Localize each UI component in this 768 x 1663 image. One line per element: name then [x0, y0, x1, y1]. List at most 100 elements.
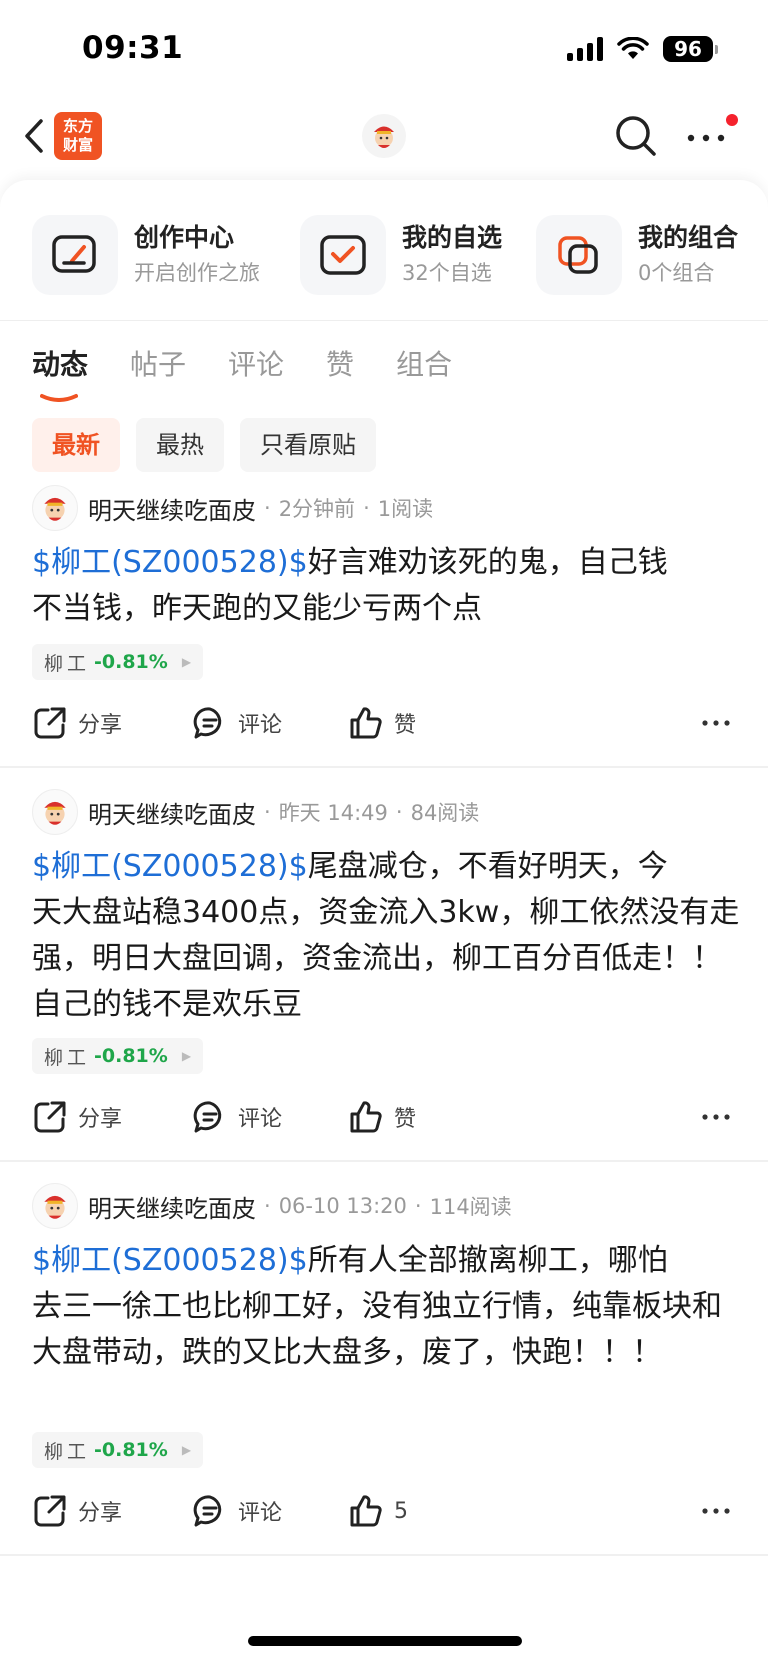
status-icons: 96 — [567, 36, 718, 62]
battery-icon: 96 — [663, 36, 718, 62]
comment-icon — [193, 1101, 222, 1133]
comment-button[interactable]: 评论 — [192, 1092, 282, 1142]
post-actions: 分享 评论 5 — [32, 1486, 736, 1536]
post-text: 去三一徐工也比柳工好，没有独立行情，纯靠板块和大盘带动，跌的又比大盘多，废了，快… — [32, 1289, 722, 1370]
filter-bar: 最新 最热 只看原贴 — [32, 418, 376, 472]
stock-tag-change: -0.81% — [94, 651, 168, 673]
home-indicator[interactable] — [248, 1636, 522, 1646]
post-item[interactable]: 明天继续吃面皮 · 昨天 14:49 · 84阅读 $柳工(SZ000528)$… — [0, 788, 768, 1168]
post-item[interactable]: 明天继续吃面皮 · 06-10 13:20 · 114阅读 $柳工(SZ0005… — [0, 1182, 768, 1562]
comment-button[interactable]: 评论 — [192, 698, 282, 748]
battery-level: 96 — [663, 36, 713, 62]
stock-tag-name: 柳工 — [44, 652, 91, 675]
chevron-right-icon: ▶ — [181, 1443, 192, 1457]
thumbs-up-icon — [350, 707, 382, 739]
user-avatar[interactable] — [362, 114, 406, 158]
stock-tag-name: 柳工 — [44, 1046, 91, 1069]
like-button[interactable]: 5 — [348, 1486, 408, 1536]
meta-dot: · — [363, 496, 370, 520]
like-label: 赞 — [394, 713, 417, 738]
post-actions: 分享 评论 赞 — [32, 698, 736, 748]
author-name[interactable]: 明天继续吃面皮 — [88, 1189, 256, 1224]
author-avatar[interactable] — [32, 485, 78, 531]
post-more-button[interactable] — [696, 1486, 736, 1536]
search-icon — [616, 116, 656, 156]
back-button[interactable] — [14, 114, 54, 158]
chevron-right-icon: ▶ — [181, 1049, 192, 1063]
post-text: 尾盘减仓，不看好明天，今 — [307, 849, 668, 884]
mascot-avatar-icon — [44, 801, 66, 825]
author-avatar[interactable] — [32, 1183, 78, 1229]
status-time: 09:31 — [82, 30, 184, 66]
search-button[interactable] — [610, 110, 662, 162]
author-name[interactable]: 明天继续吃面皮 — [88, 491, 256, 526]
post-more-button[interactable] — [696, 698, 736, 748]
post-text: 不当钱，昨天跑的又能少亏两个点 — [32, 591, 482, 626]
more-button[interactable] — [680, 118, 732, 158]
filter-hottest[interactable]: 最热 — [136, 418, 224, 472]
wifi-icon — [617, 37, 649, 59]
post-content[interactable]: $柳工(SZ000528)$好言难劝该死的鬼，自己钱 不当钱，昨天跑的又能少亏两个… — [32, 540, 742, 632]
stock-tag-change: -0.81% — [94, 1045, 168, 1067]
post-more-button[interactable] — [696, 1092, 736, 1142]
tab-likes[interactable]: 赞 — [326, 342, 354, 388]
entry-creation-center[interactable]: 创作中心 开启创作之旅 — [32, 212, 260, 298]
like-button[interactable]: 赞 — [348, 1092, 416, 1142]
entry-my-watchlist[interactable]: 我的自选 32个自选 — [300, 212, 502, 298]
post-header: 明天继续吃面皮 · 2分钟前 · 1阅读 — [32, 484, 433, 532]
comment-button[interactable]: 评论 — [192, 1486, 282, 1536]
notification-dot — [726, 114, 738, 126]
stock-link[interactable]: $柳工(SZ000528)$ — [32, 545, 308, 580]
entry-my-portfolio[interactable]: 我的组合 0个组合 — [536, 212, 738, 298]
like-label: 赞 — [394, 1107, 417, 1132]
status-bar: 09:31 96 — [0, 0, 768, 100]
thumbs-up-icon — [350, 1495, 382, 1527]
tab-posts[interactable]: 帖子 — [130, 342, 186, 388]
like-count: 5 — [394, 1498, 408, 1524]
stock-link[interactable]: $柳工(SZ000528)$ — [32, 849, 308, 884]
author-name[interactable]: 明天继续吃面皮 — [88, 795, 256, 830]
share-button[interactable]: 分享 — [32, 698, 122, 748]
quick-entries: 创作中心 开启创作之旅 我的自选 32个自选 我的组合 0个组合 — [0, 212, 768, 302]
post-time: 2分钟前 — [278, 497, 356, 521]
tab-activity[interactable]: 动态 — [32, 342, 88, 388]
post-separator — [0, 1160, 768, 1162]
share-label: 分享 — [78, 713, 123, 738]
post-separator — [0, 1554, 768, 1556]
post-time: 昨天 14:49 — [278, 801, 388, 825]
more-dots-icon — [702, 1114, 730, 1120]
post-content[interactable]: $柳工(SZ000528)$尾盘减仓，不看好明天，今 天大盘站稳3400点，资金流… — [32, 844, 742, 1028]
like-button[interactable]: 赞 — [348, 698, 416, 748]
meta-dot: · — [264, 1194, 271, 1218]
entry-subtitle: 开启创作之旅 — [134, 261, 260, 285]
share-label: 分享 — [78, 1107, 123, 1132]
read-count: 1阅读 — [377, 497, 434, 521]
share-button[interactable]: 分享 — [32, 1486, 122, 1536]
stock-tag-change: -0.81% — [94, 1439, 168, 1461]
app-logo[interactable]: 东方 财富 — [54, 112, 102, 160]
post-content[interactable]: $柳工(SZ000528)$所有人全部撤离柳工，哪怕 去三一徐工也比柳工好，没有独… — [32, 1238, 742, 1376]
read-count: 84阅读 — [410, 801, 480, 825]
post-separator — [0, 766, 768, 768]
comment-label: 评论 — [238, 1107, 283, 1132]
share-icon — [34, 707, 66, 739]
entry-title: 我的自选 — [402, 223, 503, 252]
tab-portfolio[interactable]: 组合 — [396, 342, 452, 388]
share-icon — [34, 1101, 66, 1133]
filter-latest[interactable]: 最新 — [32, 418, 120, 472]
stock-tag[interactable]: 柳工 -0.81% ▶ — [32, 1432, 204, 1468]
post-item[interactable]: 明天继续吃面皮 · 2分钟前 · 1阅读 $柳工(SZ000528)$好言难劝该… — [0, 484, 768, 774]
entry-title: 创作中心 — [134, 223, 235, 252]
stock-tag[interactable]: 柳工 -0.81% ▶ — [32, 1038, 204, 1074]
post-time: 06-10 13:20 — [278, 1194, 407, 1218]
post-header: 明天继续吃面皮 · 昨天 14:49 · 84阅读 — [32, 788, 479, 836]
stock-tag[interactable]: 柳工 -0.81% ▶ — [32, 644, 204, 680]
share-button[interactable]: 分享 — [32, 1092, 122, 1142]
tab-comments[interactable]: 评论 — [228, 342, 284, 388]
logo-line1: 东方 — [62, 117, 93, 135]
stock-tag-name: 柳工 — [44, 1440, 91, 1463]
author-avatar[interactable] — [32, 789, 78, 835]
stock-link[interactable]: $柳工(SZ000528)$ — [32, 1243, 308, 1278]
meta-dot: · — [395, 800, 403, 824]
filter-original-only[interactable]: 只看原贴 — [240, 418, 376, 472]
